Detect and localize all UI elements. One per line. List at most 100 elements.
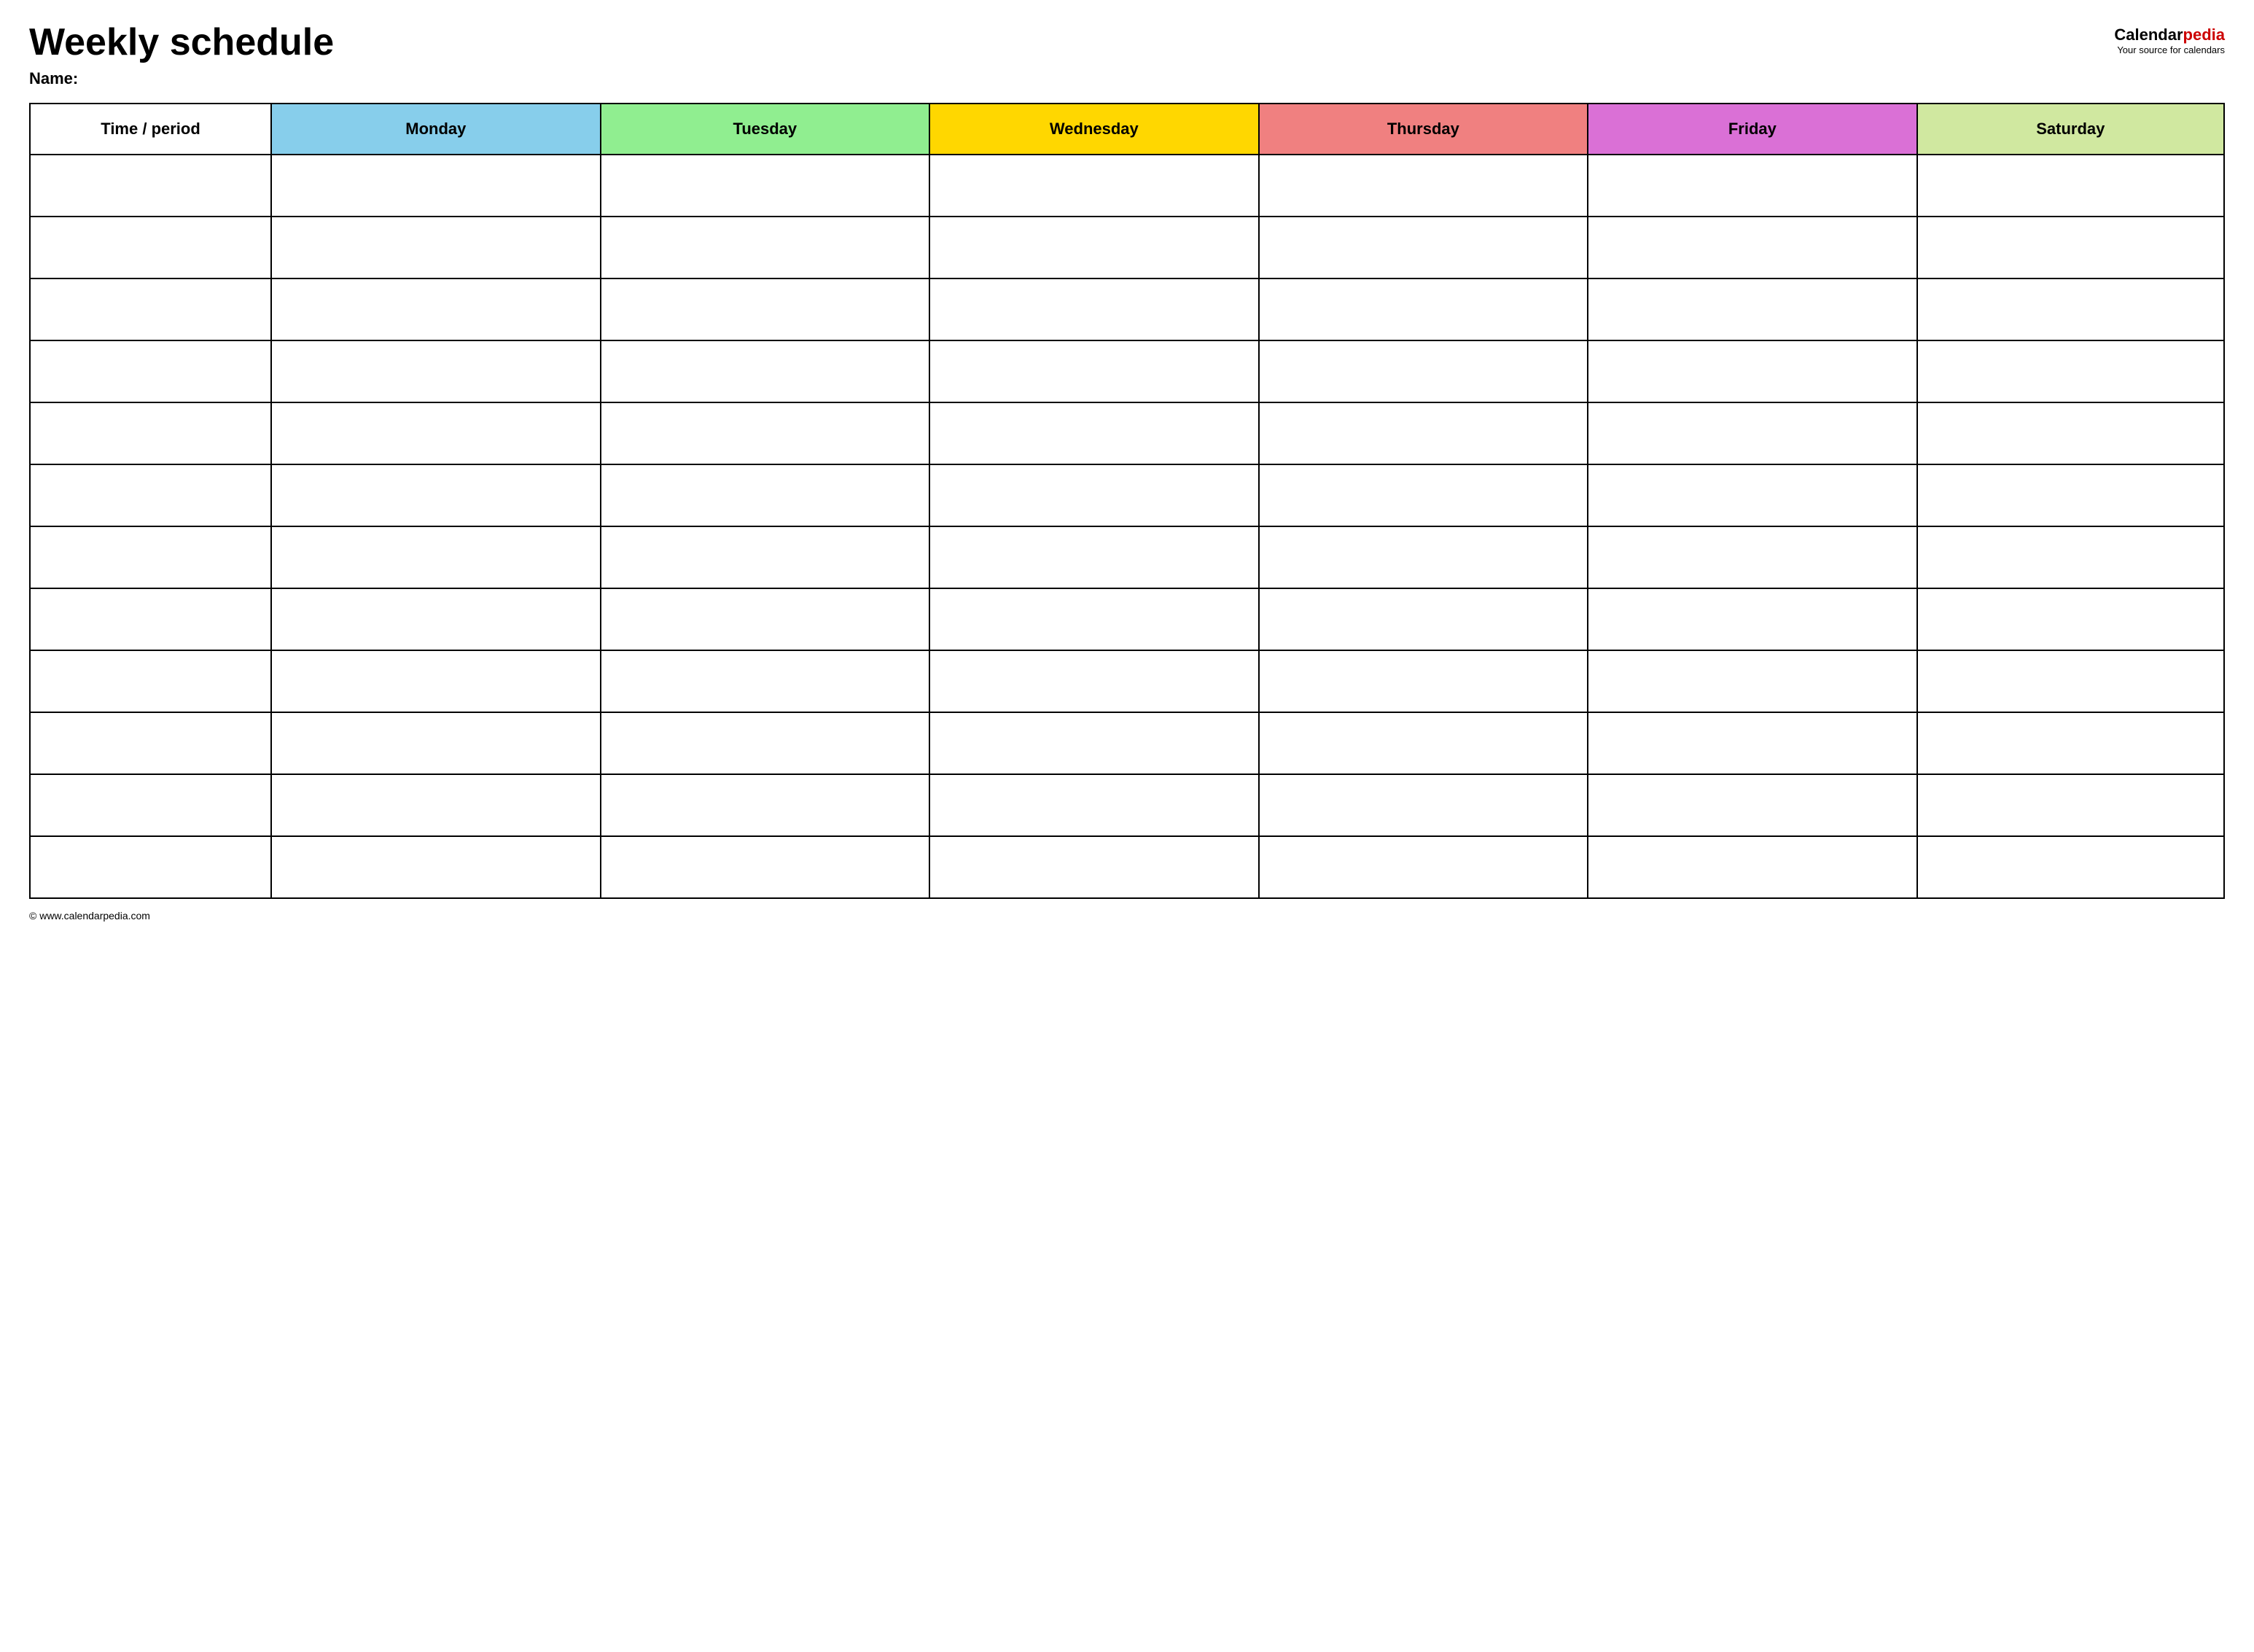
day-cell[interactable] [1917, 774, 2224, 836]
time-cell[interactable] [30, 836, 271, 898]
day-cell[interactable] [601, 402, 930, 464]
day-cell[interactable] [1588, 588, 1917, 650]
day-cell[interactable] [1588, 712, 1917, 774]
col-header-tuesday: Tuesday [601, 104, 930, 155]
time-cell[interactable] [30, 217, 271, 278]
day-cell[interactable] [929, 526, 1259, 588]
day-cell[interactable] [929, 340, 1259, 402]
day-cell[interactable] [271, 836, 601, 898]
day-cell[interactable] [1917, 464, 2224, 526]
day-cell[interactable] [1259, 217, 1588, 278]
day-cell[interactable] [1259, 155, 1588, 217]
footer-url: © www.calendarpedia.com [29, 910, 150, 922]
day-cell[interactable] [1588, 774, 1917, 836]
day-cell[interactable] [1259, 774, 1588, 836]
name-label: Name: [29, 69, 334, 88]
day-cell[interactable] [929, 402, 1259, 464]
col-header-friday: Friday [1588, 104, 1917, 155]
day-cell[interactable] [1259, 464, 1588, 526]
day-cell[interactable] [601, 526, 930, 588]
day-cell[interactable] [1917, 402, 2224, 464]
day-cell[interactable] [1259, 278, 1588, 340]
day-cell[interactable] [929, 774, 1259, 836]
time-cell[interactable] [30, 464, 271, 526]
day-cell[interactable] [271, 340, 601, 402]
day-cell[interactable] [601, 155, 930, 217]
day-cell[interactable] [271, 774, 601, 836]
day-cell[interactable] [929, 155, 1259, 217]
day-cell[interactable] [271, 464, 601, 526]
day-cell[interactable] [601, 712, 930, 774]
day-cell[interactable] [1588, 278, 1917, 340]
title-section: Weekly schedule Name: [29, 22, 334, 88]
day-cell[interactable] [271, 217, 601, 278]
day-cell[interactable] [271, 155, 601, 217]
day-cell[interactable] [271, 402, 601, 464]
time-cell[interactable] [30, 278, 271, 340]
day-cell[interactable] [271, 526, 601, 588]
day-cell[interactable] [1917, 836, 2224, 898]
logo-section: Calendarpedia Your source for calendars [2114, 26, 2225, 55]
day-cell[interactable] [1588, 402, 1917, 464]
time-cell[interactable] [30, 402, 271, 464]
day-cell[interactable] [271, 650, 601, 712]
time-cell[interactable] [30, 340, 271, 402]
day-cell[interactable] [1259, 402, 1588, 464]
day-cell[interactable] [929, 217, 1259, 278]
time-cell[interactable] [30, 650, 271, 712]
day-cell[interactable] [1917, 155, 2224, 217]
time-cell[interactable] [30, 155, 271, 217]
logo-calendar: Calendar [2114, 26, 2183, 44]
day-cell[interactable] [1259, 650, 1588, 712]
day-cell[interactable] [1917, 650, 2224, 712]
day-cell[interactable] [1588, 155, 1917, 217]
day-cell[interactable] [1917, 526, 2224, 588]
day-cell[interactable] [1917, 712, 2224, 774]
day-cell[interactable] [1259, 712, 1588, 774]
day-cell[interactable] [1588, 526, 1917, 588]
day-cell[interactable] [601, 464, 930, 526]
day-cell[interactable] [929, 712, 1259, 774]
table-row [30, 712, 2224, 774]
day-cell[interactable] [601, 217, 930, 278]
day-cell[interactable] [1259, 340, 1588, 402]
logo-text: Calendarpedia [2114, 26, 2225, 44]
table-row [30, 217, 2224, 278]
header-row: Time / period Monday Tuesday Wednesday T… [30, 104, 2224, 155]
day-cell[interactable] [601, 278, 930, 340]
day-cell[interactable] [1588, 217, 1917, 278]
day-cell[interactable] [1917, 217, 2224, 278]
day-cell[interactable] [271, 278, 601, 340]
day-cell[interactable] [601, 774, 930, 836]
day-cell[interactable] [929, 650, 1259, 712]
day-cell[interactable] [1917, 588, 2224, 650]
day-cell[interactable] [601, 836, 930, 898]
day-cell[interactable] [601, 588, 930, 650]
day-cell[interactable] [1588, 836, 1917, 898]
day-cell[interactable] [1259, 588, 1588, 650]
day-cell[interactable] [1259, 526, 1588, 588]
time-cell[interactable] [30, 712, 271, 774]
time-cell[interactable] [30, 774, 271, 836]
day-cell[interactable] [271, 588, 601, 650]
day-cell[interactable] [929, 278, 1259, 340]
page-header: Weekly schedule Name: Calendarpedia Your… [29, 22, 2225, 88]
table-row [30, 836, 2224, 898]
day-cell[interactable] [929, 836, 1259, 898]
table-row [30, 340, 2224, 402]
day-cell[interactable] [1588, 340, 1917, 402]
logo-tagline: Your source for calendars [2117, 44, 2225, 55]
day-cell[interactable] [1588, 464, 1917, 526]
day-cell[interactable] [1588, 650, 1917, 712]
day-cell[interactable] [1259, 836, 1588, 898]
day-cell[interactable] [601, 650, 930, 712]
day-cell[interactable] [1917, 278, 2224, 340]
day-cell[interactable] [929, 588, 1259, 650]
col-header-monday: Monday [271, 104, 601, 155]
day-cell[interactable] [271, 712, 601, 774]
time-cell[interactable] [30, 526, 271, 588]
day-cell[interactable] [929, 464, 1259, 526]
day-cell[interactable] [601, 340, 930, 402]
day-cell[interactable] [1917, 340, 2224, 402]
time-cell[interactable] [30, 588, 271, 650]
